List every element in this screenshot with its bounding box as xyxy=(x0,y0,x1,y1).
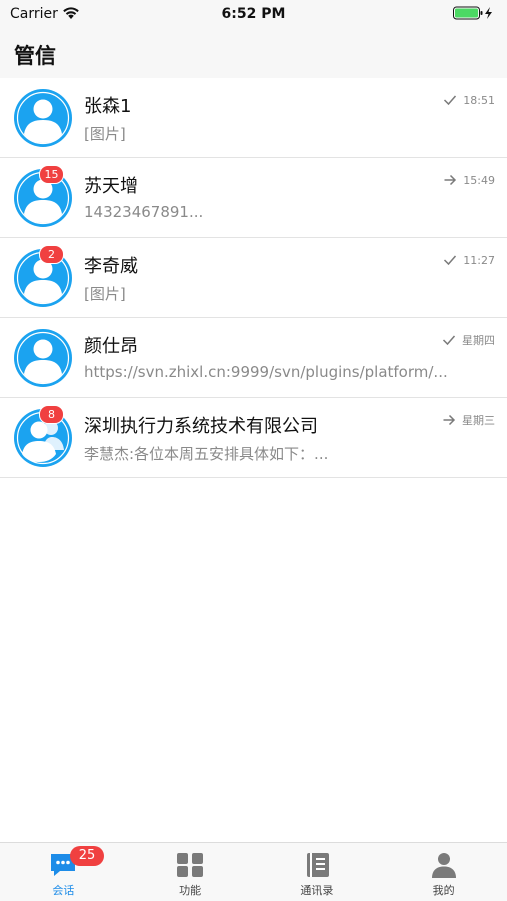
status-bar: Carrier 6:52 PM xyxy=(0,0,507,28)
check-icon xyxy=(444,95,457,106)
tab-label: 通讯录 xyxy=(300,884,334,897)
conversation-meta: 星期三 xyxy=(442,412,495,428)
tab-features[interactable]: 功能 xyxy=(127,843,254,901)
profile-icon xyxy=(431,853,456,878)
conversation-preview: 李慧杰:各位本周五安排具体如下：... xyxy=(84,445,329,463)
arrow-right-icon xyxy=(444,174,457,186)
conversation-name: 张森1 xyxy=(84,96,132,117)
unread-badge: 8 xyxy=(39,405,64,424)
conversation-time: 星期三 xyxy=(462,414,495,427)
check-icon xyxy=(442,335,456,346)
tab-label: 我的 xyxy=(432,884,455,897)
person-avatar-icon xyxy=(14,89,72,147)
conversation-row[interactable]: 颜仕昂 https://svn.zhixl.cn:9999/svn/plugin… xyxy=(0,318,507,398)
conversation-name: 苏天增 xyxy=(84,176,138,197)
conversation-time: 11:27 xyxy=(463,253,495,267)
conversation-time: 18:51 xyxy=(463,93,495,107)
conversation-meta: 星期四 xyxy=(442,332,495,348)
tab-contacts[interactable]: 通讯录 xyxy=(254,843,381,901)
conversation-row[interactable]: 2 李奇威 [图片] 11:27 xyxy=(0,238,507,318)
conversation-time: 星期四 xyxy=(462,334,495,347)
conversation-name: 李奇威 xyxy=(84,256,138,277)
conversation-row[interactable]: 张森1 [图片] 18:51 xyxy=(0,78,507,158)
conversation-preview: [图片] xyxy=(84,285,126,303)
conversation-preview: [图片] xyxy=(84,125,126,143)
page-title: 管信 xyxy=(14,44,56,68)
conversation-name: 颜仕昂 xyxy=(84,336,138,357)
check-icon xyxy=(444,255,457,266)
tab-bar: 25 会话 功能 通讯录 我的 xyxy=(0,842,507,901)
tab-badge: 25 xyxy=(70,846,104,866)
unread-badge: 2 xyxy=(39,245,64,264)
conversation-list: 张森1 [图片] 18:51 15 苏天增 14323467891... 15:… xyxy=(0,78,507,478)
tab-label: 会话 xyxy=(52,884,75,897)
conversation-preview: 14323467891... xyxy=(84,203,204,221)
grid-icon xyxy=(177,853,204,877)
arrow-right-icon xyxy=(443,414,456,426)
conversation-name: 深圳执行力系统技术有限公司 xyxy=(84,416,318,437)
tab-label: 功能 xyxy=(179,884,202,897)
conversation-row[interactable]: 15 苏天增 14323467891... 15:49 xyxy=(0,158,507,238)
battery-icon xyxy=(453,6,492,20)
unread-badge: 15 xyxy=(39,165,64,184)
person-avatar-icon xyxy=(14,329,72,387)
conversation-meta: 11:27 xyxy=(443,252,495,268)
conversation-meta: 15:49 xyxy=(443,172,495,188)
tab-profile[interactable]: 我的 xyxy=(380,843,507,901)
conversation-meta: 18:51 xyxy=(443,92,495,108)
conversation-row[interactable]: 8 深圳执行力系统技术有限公司 李慧杰:各位本周五安排具体如下：... 星期三 xyxy=(0,398,507,478)
nav-bar: 管信 xyxy=(0,28,507,78)
contacts-book-icon xyxy=(306,853,329,877)
conversation-preview: https://svn.zhixl.cn:9999/svn/plugins/pl… xyxy=(84,363,448,381)
tab-chat[interactable]: 25 会话 xyxy=(0,843,127,901)
conversation-time: 15:49 xyxy=(463,173,495,187)
clock: 6:52 PM xyxy=(221,6,286,22)
